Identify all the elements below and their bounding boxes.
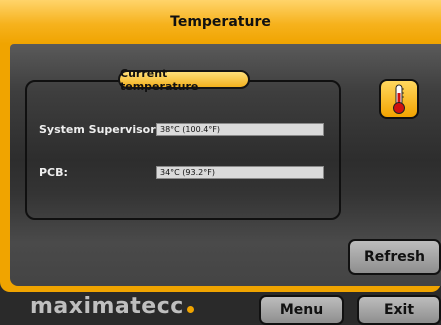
pcb-value: 34°C (93.2°F) (156, 166, 324, 179)
menu-button[interactable]: Menu (259, 295, 344, 325)
thermometer-icon (393, 84, 405, 114)
system-supervisor-value: 38°C (100.4°F) (156, 123, 324, 136)
exit-button[interactable]: Exit (357, 295, 441, 325)
temperature-panel (25, 80, 341, 220)
panel-legend: Current temperature (118, 67, 250, 93)
thermometer-button[interactable] (379, 79, 419, 119)
refresh-button[interactable]: Refresh (348, 239, 441, 275)
pcb-label: PCB: (39, 166, 68, 179)
system-supervisor-label: System Supervisor: (39, 123, 161, 136)
logo-dot (186, 305, 194, 313)
title-bar: Temperature (0, 0, 441, 44)
brand-logo: maximatecc (30, 292, 194, 320)
brand-logo-text: maximatecc (30, 293, 184, 319)
page-title: Temperature (170, 14, 271, 30)
